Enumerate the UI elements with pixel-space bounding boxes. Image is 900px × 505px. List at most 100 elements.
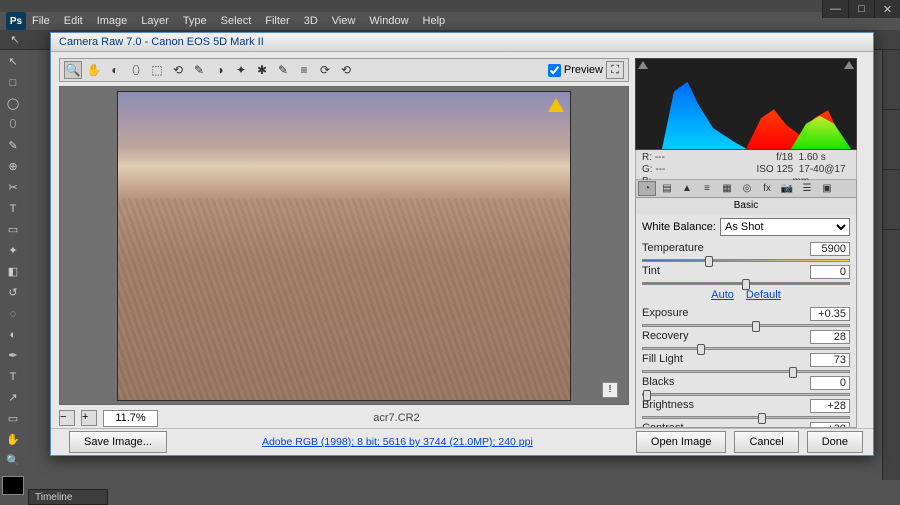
history-brush-icon[interactable]: ✦ xyxy=(2,241,24,260)
info-button[interactable]: ! xyxy=(602,382,618,398)
acr-target-adjust-icon[interactable]: ⬚ xyxy=(148,61,166,79)
auto-link[interactable]: Auto xyxy=(711,289,734,301)
type-tool-icon[interactable]: T xyxy=(2,367,24,386)
window-minimize-button[interactable]: — xyxy=(822,0,848,18)
tab-snapshots-icon[interactable]: ▣ xyxy=(818,181,836,196)
menu-select[interactable]: Select xyxy=(221,15,252,27)
slider-value[interactable]: 28 xyxy=(810,330,850,344)
histogram[interactable] xyxy=(635,58,857,150)
acr-graduated-icon[interactable]: ✎ xyxy=(274,61,292,79)
menu-layer[interactable]: Layer xyxy=(141,15,169,27)
save-image-button[interactable]: Save Image... xyxy=(69,431,167,453)
acr-adjust-brush-icon[interactable]: ✱ xyxy=(253,61,271,79)
acr-rotate-cw-icon[interactable]: ⟲ xyxy=(337,61,355,79)
zoom-field[interactable]: 11.7% xyxy=(103,410,158,427)
slider-thumb[interactable] xyxy=(705,256,713,267)
slider-thumb[interactable] xyxy=(758,413,766,424)
slider-thumb[interactable] xyxy=(643,390,651,401)
slider-track[interactable] xyxy=(642,324,850,327)
tab-hsl-icon[interactable]: ≡ xyxy=(698,181,716,196)
slider-track[interactable] xyxy=(642,416,850,419)
pen-tool-icon[interactable]: ✒ xyxy=(2,346,24,365)
panel-dock[interactable] xyxy=(882,50,900,480)
path-tool-icon[interactable]: ↗ xyxy=(2,388,24,407)
acr-wb-icon[interactable]: ◐ xyxy=(106,61,124,79)
slider-thumb[interactable] xyxy=(752,321,760,332)
slider-thumb[interactable] xyxy=(742,279,750,290)
tab-camera-icon[interactable]: 📷 xyxy=(778,181,796,196)
acr-toolbar[interactable]: 🔍 ✋ ◐ ⬯ ⬚ ⟲ ✎ ◑ ✦ ✱ ✎ ≡ ⟳ ⟲ Preview ⛶ xyxy=(59,58,629,82)
acr-spot-icon[interactable]: ◑ xyxy=(211,61,229,79)
tab-detail-icon[interactable]: ▲ xyxy=(678,181,696,196)
tab-curve-icon[interactable]: ▤ xyxy=(658,181,676,196)
tab-basic-icon[interactable]: ◔ xyxy=(638,181,656,196)
acr-redeye-icon[interactable]: ✦ xyxy=(232,61,250,79)
slider-thumb[interactable] xyxy=(697,344,705,355)
zoom-in-button[interactable]: + xyxy=(81,410,97,426)
hand-tool-icon[interactable]: ✋ xyxy=(2,430,24,449)
menu-filter[interactable]: Filter xyxy=(265,15,289,27)
eraser-tool-icon[interactable]: ◧ xyxy=(2,262,24,281)
shape-tool-icon[interactable]: ▭ xyxy=(2,409,24,428)
brush-tool-icon[interactable]: T xyxy=(2,199,24,218)
slider-track[interactable] xyxy=(642,370,850,373)
crop-tool-icon[interactable]: ✎ xyxy=(2,136,24,155)
acr-rotate-ccw-icon[interactable]: ⟳ xyxy=(316,61,334,79)
tab-fx-icon[interactable]: fx xyxy=(758,181,776,196)
menu-3d[interactable]: 3D xyxy=(304,15,318,27)
shadow-clip-icon[interactable] xyxy=(638,61,648,69)
slider-value[interactable]: 0 xyxy=(810,376,850,390)
blur-tool-icon[interactable]: ◌ xyxy=(2,304,24,323)
marquee-tool-icon[interactable]: □ xyxy=(2,73,24,92)
panel-tabs[interactable]: ◔ ▤ ▲ ≡ ▦ ◎ fx 📷 ☰ ▣ xyxy=(635,180,857,198)
slider-track[interactable] xyxy=(642,393,850,396)
lasso-tool-icon[interactable]: ◯ xyxy=(2,94,24,113)
slider-track[interactable] xyxy=(642,282,850,285)
slider-thumb[interactable] xyxy=(789,367,797,378)
slider-value[interactable]: 73 xyxy=(810,353,850,367)
menu-edit[interactable]: Edit xyxy=(64,15,83,27)
window-close-button[interactable]: ✕ xyxy=(874,0,900,18)
default-link[interactable]: Default xyxy=(746,289,781,301)
done-button[interactable]: Done xyxy=(807,431,863,453)
slider-track[interactable] xyxy=(642,347,850,350)
acr-hand-icon[interactable]: ✋ xyxy=(85,61,103,79)
color-swatches[interactable] xyxy=(2,476,24,495)
menu-file[interactable]: File xyxy=(32,15,50,27)
slider-value[interactable]: 5900 xyxy=(810,242,850,256)
menu-bar[interactable]: Ps File Edit Image Layer Type Select Fil… xyxy=(0,12,900,30)
fullscreen-button[interactable]: ⛶ xyxy=(606,61,624,79)
zoom-out-button[interactable]: − xyxy=(59,410,75,426)
move-tool-icon[interactable]: ↖ xyxy=(2,52,24,71)
tab-lens-icon[interactable]: ◎ xyxy=(738,181,756,196)
wand-tool-icon[interactable]: ⬯ xyxy=(2,115,24,134)
timeline-panel-tab[interactable]: Timeline xyxy=(28,489,108,505)
menu-image[interactable]: Image xyxy=(97,15,128,27)
window-maximize-button[interactable]: □ xyxy=(848,0,874,18)
tab-presets-icon[interactable]: ☰ xyxy=(798,181,816,196)
slider-value[interactable]: 0 xyxy=(810,265,850,279)
workflow-link[interactable]: Adobe RGB (1998); 8 bit; 5616 by 3744 (2… xyxy=(262,436,533,448)
menu-type[interactable]: Type xyxy=(183,15,207,27)
dodge-tool-icon[interactable]: ◐ xyxy=(2,325,24,344)
open-image-button[interactable]: Open Image xyxy=(636,431,727,453)
slider-value[interactable]: +0.35 xyxy=(810,307,850,321)
slider-track[interactable] xyxy=(642,259,850,262)
menu-window[interactable]: Window xyxy=(369,15,408,27)
menu-help[interactable]: Help xyxy=(423,15,446,27)
tab-split-icon[interactable]: ▦ xyxy=(718,181,736,196)
zoom-tool-icon[interactable]: 🔍 xyxy=(2,451,24,470)
slider-value[interactable]: +28 xyxy=(810,399,850,413)
wb-select[interactable]: As Shot xyxy=(720,218,850,236)
preview-checkbox[interactable]: Preview xyxy=(548,64,603,77)
cancel-button[interactable]: Cancel xyxy=(734,431,798,453)
tool-palette[interactable]: ↖ □ ◯ ⬯ ✎ ⊕ ✂ T ▭ ✦ ◧ ↺ ◌ ◐ ✒ T ↗ ▭ ✋ 🔍 xyxy=(0,50,26,495)
heal-tool-icon[interactable]: ✂ xyxy=(2,178,24,197)
stamp-tool-icon[interactable]: ▭ xyxy=(2,220,24,239)
gradient-tool-icon[interactable]: ↺ xyxy=(2,283,24,302)
menu-view[interactable]: View xyxy=(332,15,356,27)
acr-prefs-icon[interactable]: ≡ xyxy=(295,61,313,79)
acr-zoom-icon[interactable]: 🔍 xyxy=(64,61,82,79)
image-preview[interactable]: ! xyxy=(59,86,629,405)
eyedropper-tool-icon[interactable]: ⊕ xyxy=(2,157,24,176)
